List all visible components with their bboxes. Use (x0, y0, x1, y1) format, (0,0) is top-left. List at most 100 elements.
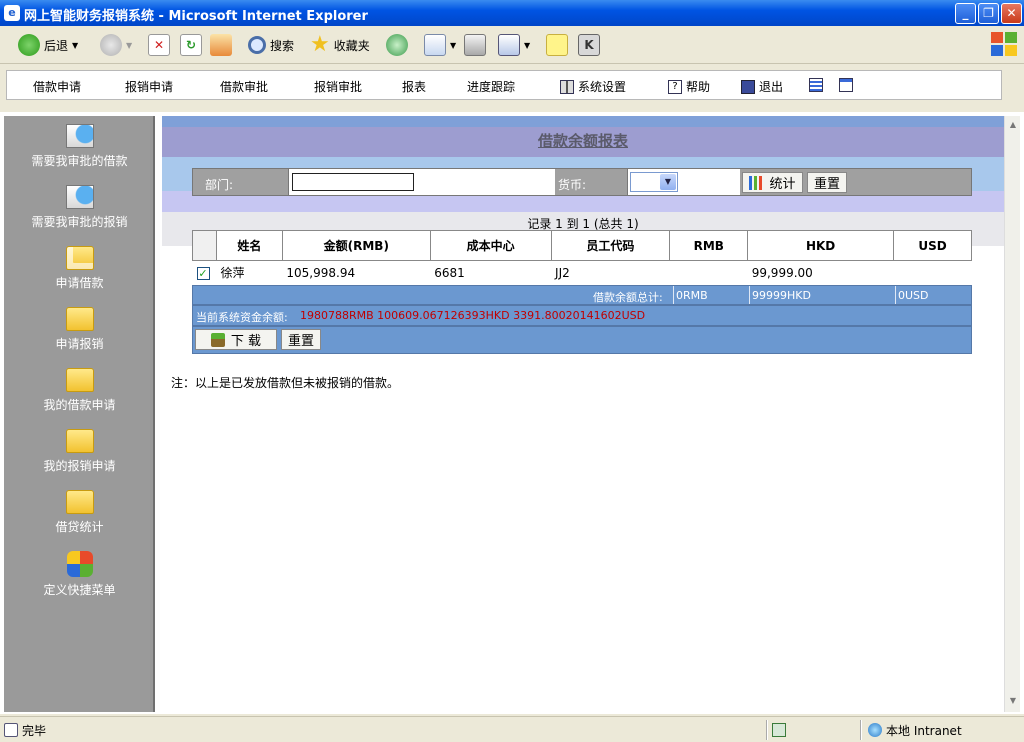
status-done: 完毕 (4, 721, 46, 739)
mail-button[interactable]: ▼ (424, 32, 456, 58)
download-icon (210, 332, 225, 347)
bar-chart-icon (749, 175, 764, 190)
windows-logo-icon (988, 28, 1020, 60)
select-column-header (192, 230, 217, 261)
stop-button[interactable]: ✕ (148, 32, 170, 58)
mail-icon (424, 34, 446, 56)
cell-cost-center: 6681 (434, 265, 465, 280)
download-button-label: 下 载 (230, 334, 262, 349)
nav-expense-approve[interactable]: 报销审批 (314, 78, 362, 95)
nav-settings-label: 系统设置 (578, 80, 627, 94)
table-header-row: 姓名 金额(RMB) 成本中心 员工代码 RMB HKD USD (192, 230, 972, 261)
nav-loan-approve[interactable]: 借款审批 (220, 78, 268, 95)
messenger-button[interactable]: K (578, 32, 600, 58)
browser-toolbar: 后退 ▼ ▼ ✕ ↻ 搜索 ★ 收藏夹 ▼ ▼ K (0, 26, 1024, 64)
chevron-down-icon: ▼ (524, 40, 531, 50)
reset-button-bottom[interactable]: 重置 (281, 329, 321, 350)
download-button[interactable]: 下 载 (195, 329, 277, 350)
refresh-icon: ↻ (180, 34, 202, 56)
history-button[interactable] (386, 32, 408, 58)
nav-reports[interactable]: 报表 (402, 78, 426, 95)
nav-expense-apply[interactable]: 报销申请 (125, 78, 173, 95)
favorites-button[interactable]: ★ 收藏夹 (310, 32, 370, 58)
forward-button[interactable]: ▼ (100, 32, 132, 58)
sidebar-item-my-loans[interactable]: 我的借款申请 (4, 368, 155, 413)
zone-text: 本地 Intranet (886, 723, 962, 738)
divider (749, 286, 750, 304)
column-header[interactable]: HKD (747, 230, 895, 261)
chevron-down-icon: ▼ (126, 40, 133, 50)
calendar-globe-icon (65, 185, 94, 209)
filter-bar: 部门: 货币: ▼ 统计 重置 (192, 168, 972, 196)
page-title: 借款余额报表 (162, 127, 1004, 157)
report-header-strip (162, 116, 1004, 127)
stop-icon: ✕ (148, 34, 170, 56)
row-checkbox[interactable]: ✓ (196, 266, 210, 280)
nav-settings[interactable]: 系统设置 (560, 78, 626, 95)
nav-help[interactable]: ? 帮助 (668, 78, 710, 95)
close-button[interactable]: ✕ (1001, 3, 1022, 24)
refresh-button[interactable]: ↻ (180, 32, 202, 58)
divider (766, 720, 768, 740)
sidebar-item-label: 需要我审批的借款 (31, 154, 128, 168)
sidebar-item-apply-loan[interactable]: 申请借款 (4, 246, 155, 291)
k-icon: K (578, 34, 600, 56)
cell-amount: 105,998.94 (286, 265, 356, 280)
back-button[interactable]: 后退 ▼ (18, 32, 78, 58)
table-row[interactable]: ✓ 徐萍 105,998.94 6681 JJ2 99,999.00 (193, 261, 972, 285)
column-header[interactable]: 姓名 (215, 230, 283, 261)
scroll-up-icon[interactable]: ▲ (1006, 118, 1020, 132)
divider (673, 286, 674, 304)
action-row: 下 载 重置 (192, 326, 972, 354)
globe-icon (868, 723, 882, 737)
nav-logout[interactable]: 退出 (741, 78, 783, 95)
edit-icon (498, 34, 520, 56)
dept-input[interactable] (292, 173, 414, 191)
back-arrow-icon (18, 34, 40, 56)
column-header[interactable]: RMB (669, 230, 749, 261)
nav-loan-apply[interactable]: 借款申请 (33, 78, 81, 95)
column-header[interactable]: 金额(RMB) (281, 230, 431, 261)
app-nav-area: 借款申请 报销申请 借款审批 报销审批 报表 进度跟踪 系统设置 ? 帮助 退出 (0, 64, 1024, 110)
stat-button-label: 统计 (769, 177, 796, 192)
search-button[interactable]: 搜索 (248, 32, 294, 58)
app-nav: 借款申请 报销申请 借款审批 报销审批 报表 进度跟踪 系统设置 ? 帮助 退出 (6, 70, 1002, 100)
status-text: 完毕 (22, 723, 47, 738)
sidebar-item-loan-approve[interactable]: 需要我审批的借款 (4, 124, 155, 169)
folder-open-icon (65, 246, 94, 270)
nav-progress[interactable]: 进度跟踪 (467, 78, 515, 95)
sidebar-item-expense-approve[interactable]: 需要我审批的报销 (4, 185, 155, 230)
row-checkbox-cell: ✓ (193, 261, 217, 285)
stat-button[interactable]: 统计 (742, 172, 803, 193)
minimize-button[interactable]: _ (955, 3, 976, 24)
search-label: 搜索 (270, 38, 295, 53)
nav-window-view[interactable] (839, 78, 853, 92)
currency-select[interactable]: ▼ (630, 172, 678, 192)
sidebar-item-shortcut-menu[interactable]: 定义快捷菜单 (4, 551, 155, 598)
sidebar-item-apply-expense[interactable]: 申请报销 (4, 307, 155, 352)
edit-button[interactable]: ▼ (498, 32, 530, 58)
column-header[interactable]: 员工代码 (550, 230, 671, 261)
sidebar-item-label: 我的借款申请 (43, 398, 116, 412)
vertical-scrollbar[interactable]: ▲ ▼ (1004, 116, 1020, 712)
footnote: 注：以上是已发放借款但未被报销的借款。 (171, 376, 400, 390)
window-view-icon (839, 78, 853, 92)
total-row: 借款余额总计: 0RMB 99999HKD 0USD (192, 285, 972, 305)
loan-balance-table: 姓名 金额(RMB) 成本中心 员工代码 RMB HKD USD ✓ 徐萍 10… (192, 230, 972, 285)
reset-button[interactable]: 重置 (807, 172, 847, 193)
restore-button[interactable]: ❐ (978, 3, 999, 24)
window-titlebar: e 网上智能财务报销系统 - Microsoft Internet Explor… (0, 0, 1024, 26)
balance-label: 当前系统资金余额: (196, 311, 288, 324)
nav-help-label: 帮助 (686, 80, 711, 94)
sidebar-item-my-expenses[interactable]: 我的报销申请 (4, 429, 155, 474)
print-button[interactable] (464, 32, 486, 58)
discuss-button[interactable] (546, 32, 568, 58)
cell-rmb (670, 261, 748, 285)
column-header[interactable]: 成本中心 (429, 230, 552, 261)
scroll-down-icon[interactable]: ▼ (1006, 694, 1020, 708)
column-header[interactable]: USD (893, 230, 972, 261)
home-button[interactable] (210, 32, 232, 58)
chevron-down-icon: ▼ (660, 174, 676, 190)
sidebar-item-loan-stats[interactable]: 借贷统计 (4, 490, 155, 535)
nav-list-view[interactable] (809, 78, 823, 92)
